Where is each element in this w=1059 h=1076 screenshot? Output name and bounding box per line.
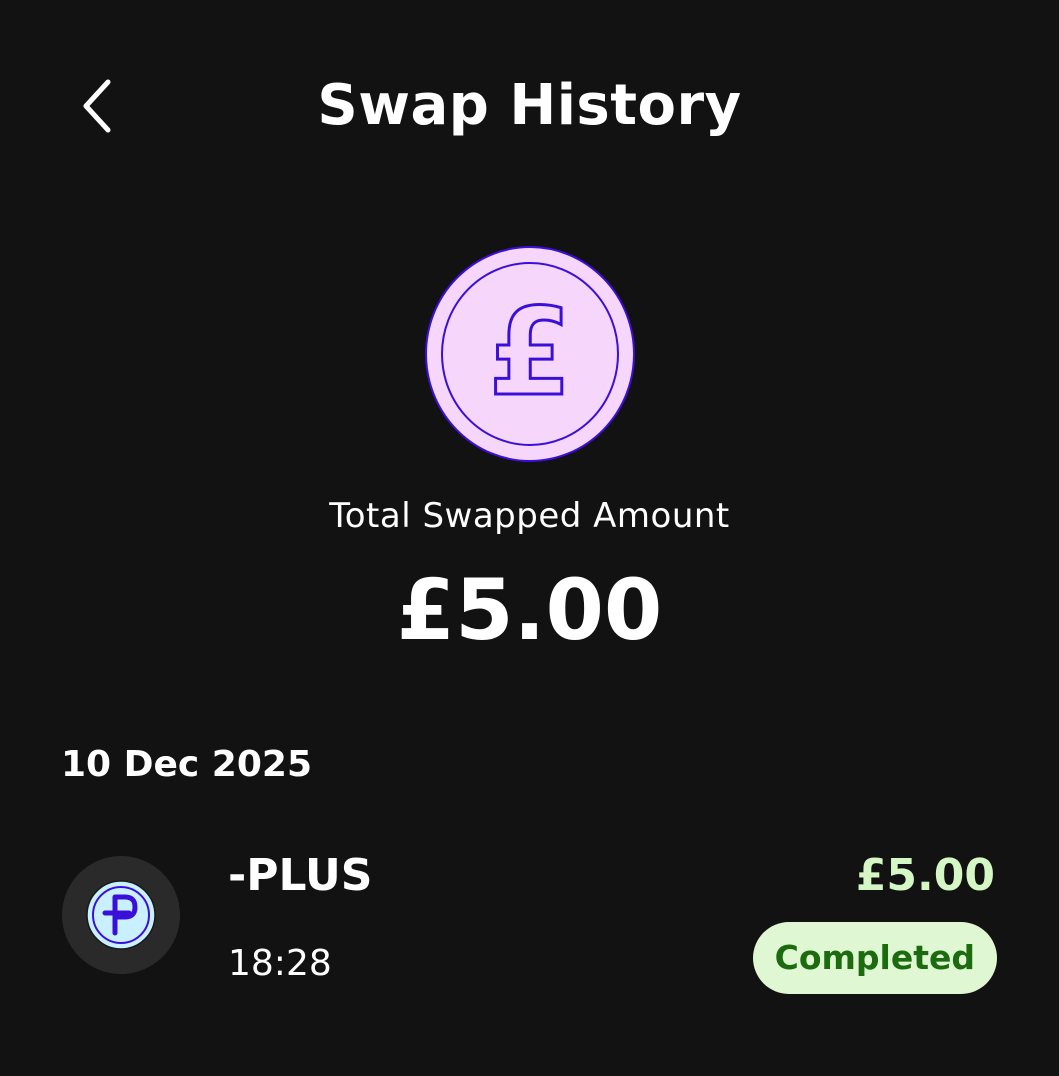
date-group-heading: 10 Dec 2025: [61, 744, 312, 785]
total-swapped-label: Total Swapped Amount: [329, 496, 730, 536]
pound-coin-icon: £: [425, 246, 635, 462]
token-avatar: [62, 856, 180, 974]
token-name-text: PLUS: [246, 850, 373, 901]
token-prefix-glyph: -: [228, 850, 247, 901]
total-swapped-amount: £5.00: [396, 561, 663, 659]
token-name: -PLUS: [228, 850, 372, 902]
page-title: Swap History: [317, 73, 742, 138]
plus-token-icon: [86, 880, 156, 950]
svg-text:£: £: [488, 284, 572, 423]
swap-history-item[interactable]: -PLUS 18:28 £5.00 Completed: [0, 830, 1059, 1020]
swap-time: 18:28: [228, 943, 332, 984]
app-header: Swap History: [0, 0, 1059, 210]
status-badge: Completed: [752, 922, 997, 994]
swap-amount: £5.00: [855, 850, 995, 901]
